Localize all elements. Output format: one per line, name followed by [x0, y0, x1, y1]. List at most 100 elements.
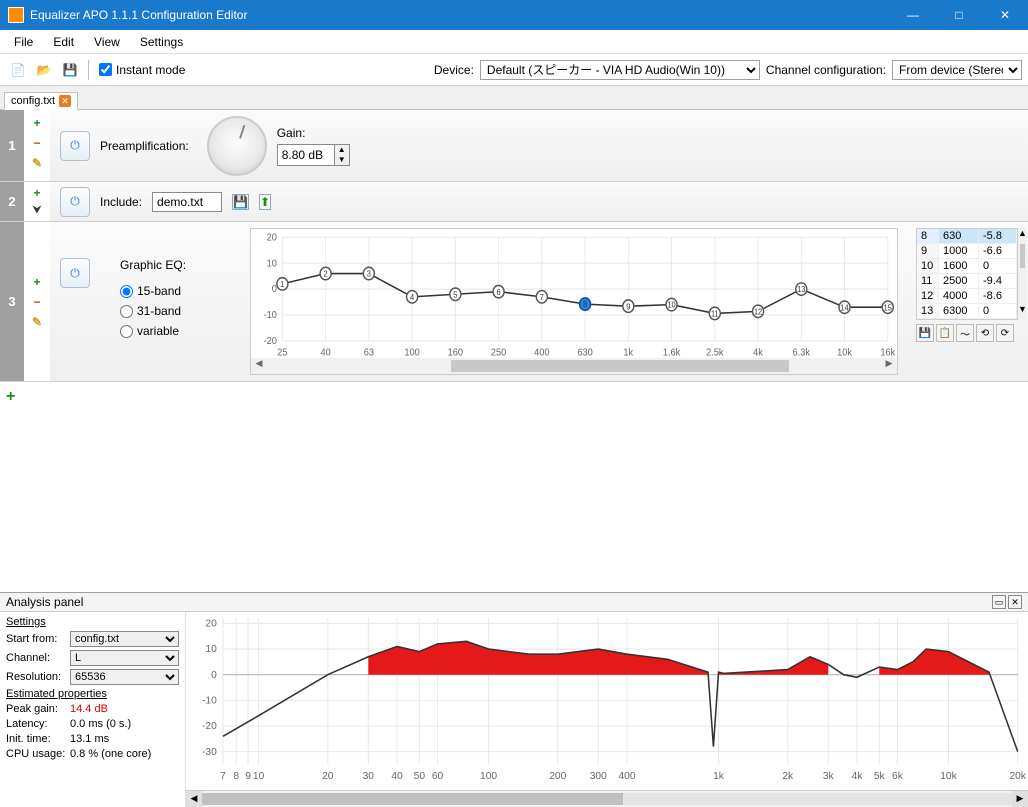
analysis-chart[interactable]: -30-20-100102078910203040506010020030040… [186, 612, 1028, 791]
cpu-value: 0.8 % (one core) [70, 748, 151, 760]
cpu-label: CPU usage: [6, 748, 70, 760]
svg-text:15: 15 [884, 303, 893, 313]
close-button[interactable]: ✕ [982, 0, 1028, 30]
init-time-label: Init. time: [6, 733, 70, 745]
geq-table[interactable]: 8630-5.891000-6.61016000112500-9.4124000… [916, 228, 1018, 320]
save-icon[interactable]: 💾 [916, 324, 934, 342]
gain-input[interactable] [278, 145, 334, 165]
remove-icon[interactable]: − [28, 293, 46, 311]
add-icon[interactable]: + [28, 184, 46, 202]
device-select[interactable]: Default (スピーカー - VIA HD Audio(Win 10)) [480, 60, 760, 80]
analysis-hscrollbar[interactable]: ◀ ▶ [186, 791, 1028, 807]
svg-text:-10: -10 [264, 310, 278, 322]
minimize-button[interactable]: — [890, 0, 936, 30]
table-row[interactable]: 91000-6.6 [917, 244, 1017, 259]
svg-text:3: 3 [367, 269, 372, 279]
svg-text:-10: -10 [202, 695, 217, 706]
eq-hscrollbar[interactable]: ◀ ▶ [251, 358, 897, 374]
gain-label: Gain: [277, 126, 350, 140]
flatten-icon[interactable]: ⟲ [976, 324, 994, 342]
scroll-left-icon[interactable]: ◀ [186, 791, 202, 807]
effect-row-graphic-eq: 3 + − ✎ ⏻ Graphic EQ: 15-band 31-band va… [0, 222, 1028, 382]
analysis-settings: Settings Start from:config.txt Channel:L… [0, 612, 186, 807]
svg-text:8: 8 [583, 300, 588, 310]
channel-config-select[interactable]: From device (Stereo) [892, 60, 1022, 80]
svg-text:2: 2 [324, 269, 328, 279]
gain-down[interactable]: ▼ [335, 155, 349, 165]
app-icon [8, 7, 24, 23]
analysis-panel: Analysis panel ▭ ✕ Settings Start from:c… [0, 592, 1028, 802]
radio-31band[interactable]: 31-band [120, 304, 181, 318]
up-arrow-icon[interactable]: ⬆ [259, 194, 271, 210]
save-file-button[interactable]: 💾 [58, 58, 82, 82]
start-from-select[interactable]: config.txt [70, 631, 179, 647]
svg-text:9: 9 [626, 302, 630, 312]
eq-chart[interactable]: -20-10010202540631001602504006301k1.6k2.… [250, 228, 898, 375]
scroll-left-icon[interactable]: ◀ [251, 358, 267, 374]
remove-icon[interactable]: − [28, 134, 46, 152]
scroll-right-icon[interactable]: ▶ [881, 358, 897, 374]
svg-text:9: 9 [245, 771, 251, 782]
analysis-chart-wrap: -30-20-100102078910203040506010020030040… [186, 612, 1028, 807]
row-number: 2 [0, 182, 24, 221]
gain-up[interactable]: ▲ [335, 145, 349, 155]
gain-spinbox[interactable]: ▲▼ [277, 144, 350, 166]
table-row[interactable]: 8630-5.8 [917, 229, 1017, 244]
maximize-button[interactable]: □ [936, 0, 982, 30]
edit-icon[interactable]: ✎ [28, 313, 46, 331]
expand-icon[interactable]: ⮟ [28, 202, 46, 220]
effect-row-preamp: 1 + − ✎ ⏻ Preamplification: Gain: ▲▼ [0, 110, 1028, 182]
tab-close-icon[interactable]: ✕ [59, 95, 71, 107]
open-file-button[interactable]: 📂 [32, 58, 56, 82]
browse-button[interactable]: 💾 [232, 194, 249, 210]
power-button[interactable]: ⏻ [60, 258, 90, 288]
titlebar: Equalizer APO 1.1.1 Configuration Editor… [0, 0, 1028, 30]
instant-mode-input[interactable] [99, 63, 112, 76]
radio-15band[interactable]: 15-band [120, 284, 181, 298]
menu-view[interactable]: View [84, 33, 130, 51]
scroll-right-icon[interactable]: ▶ [1012, 791, 1028, 807]
svg-text:10: 10 [205, 644, 217, 655]
gain-dial[interactable] [207, 116, 267, 176]
menu-file[interactable]: File [4, 33, 43, 51]
svg-text:160: 160 [448, 347, 464, 359]
reset-icon[interactable]: ⟳ [996, 324, 1014, 342]
channel-select[interactable]: L [70, 650, 179, 666]
power-button[interactable]: ⏻ [60, 131, 90, 161]
row-number: 1 [0, 110, 24, 181]
menu-settings[interactable]: Settings [130, 33, 193, 51]
new-file-button[interactable]: 📄 [6, 58, 30, 82]
svg-text:10k: 10k [837, 347, 852, 359]
undock-icon[interactable]: ▭ [992, 595, 1006, 609]
include-label: Include: [100, 195, 142, 209]
close-icon[interactable]: ✕ [1008, 595, 1022, 609]
radio-variable[interactable]: variable [120, 324, 179, 338]
add-icon[interactable]: + [28, 114, 46, 132]
svg-text:1k: 1k [713, 771, 725, 782]
svg-text:50: 50 [414, 771, 426, 782]
svg-text:25: 25 [277, 347, 288, 359]
instant-mode-checkbox[interactable]: Instant mode [99, 63, 185, 77]
edit-icon[interactable]: ✎ [28, 154, 46, 172]
analysis-title: Analysis panel [6, 595, 990, 609]
svg-text:20: 20 [267, 232, 278, 244]
add-icon[interactable]: + [6, 388, 15, 405]
table-row[interactable]: 1016000 [917, 259, 1017, 274]
table-row[interactable]: 124000-8.6 [917, 289, 1017, 304]
resolution-select[interactable]: 65536 [70, 669, 179, 685]
svg-text:-30: -30 [202, 747, 217, 758]
add-icon[interactable]: + [28, 273, 46, 291]
geq-vscrollbar[interactable]: ▲ ▼ [1018, 228, 1027, 320]
table-row[interactable]: 112500-9.4 [917, 274, 1017, 289]
copy-icon[interactable]: 📋 [936, 324, 954, 342]
include-input[interactable] [152, 192, 222, 212]
power-button[interactable]: ⏻ [60, 187, 90, 217]
tab-config[interactable]: config.txt ✕ [4, 92, 78, 110]
invert-icon[interactable]: ～ [956, 324, 974, 342]
instant-mode-label: Instant mode [116, 63, 185, 77]
menu-edit[interactable]: Edit [43, 33, 84, 51]
table-row[interactable]: 1363000 [917, 304, 1017, 319]
svg-text:63: 63 [364, 347, 375, 359]
svg-text:300: 300 [590, 771, 607, 782]
svg-text:20: 20 [205, 618, 217, 629]
